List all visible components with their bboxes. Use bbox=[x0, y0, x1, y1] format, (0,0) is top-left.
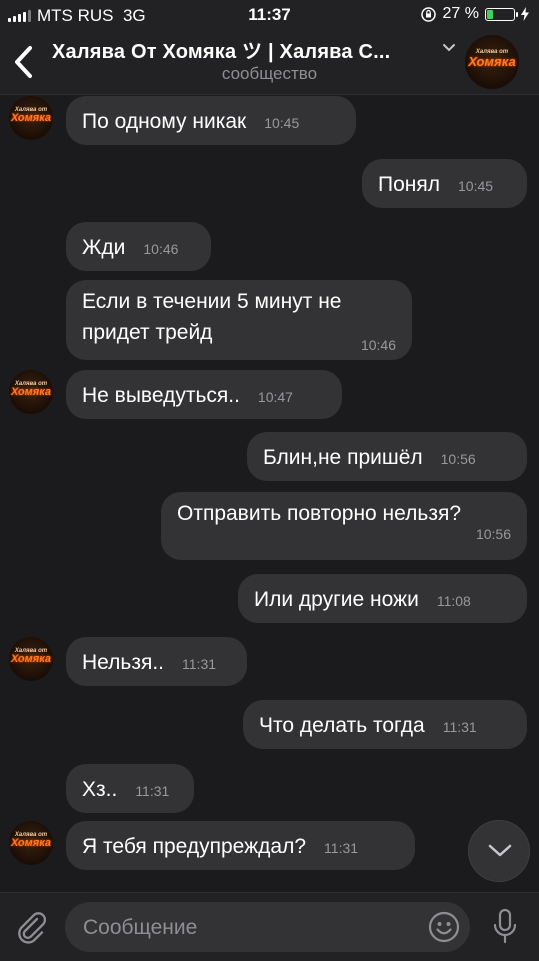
message-text: Или другие ножи bbox=[254, 588, 419, 611]
message-field[interactable] bbox=[65, 902, 470, 954]
chat-header: Халява От Хомяка ツ | Халява С... сообщес… bbox=[0, 30, 539, 95]
battery-level bbox=[487, 9, 494, 19]
incoming-message[interactable]: Жди 10:46 bbox=[66, 222, 211, 271]
composer bbox=[0, 892, 539, 961]
message-text: Если в течении 5 минут не придет трейд bbox=[82, 290, 342, 344]
message-time: 10:47 bbox=[257, 389, 293, 405]
message-text: Понял bbox=[378, 173, 440, 196]
message-text: Отправить повторно нельзя? bbox=[177, 502, 462, 525]
message-time: 11:31 bbox=[442, 719, 477, 735]
outgoing-message[interactable]: Или другие ножи 11:08 bbox=[238, 574, 527, 623]
incoming-message[interactable]: Я тебя предупреждал? 11:31 bbox=[66, 821, 415, 870]
incoming-message[interactable]: Не выведуться.. 10:47 bbox=[66, 370, 342, 419]
chevron-down-icon[interactable] bbox=[440, 40, 458, 54]
incoming-message[interactable]: Если в течении 5 минут не придет трейд 10… bbox=[66, 280, 412, 360]
sender-avatar[interactable]: Халява от Хомяка bbox=[9, 96, 53, 140]
message-time: 10:46 bbox=[360, 337, 396, 353]
message-text: Нельзя.. bbox=[82, 651, 165, 674]
incoming-message[interactable]: Хз.. 11:31 bbox=[66, 764, 194, 813]
message-time: 11:31 bbox=[182, 656, 217, 672]
message-time: 10:56 bbox=[475, 526, 511, 542]
scroll-down-button[interactable] bbox=[468, 820, 530, 882]
message-text: Хз.. bbox=[82, 778, 118, 801]
battery-icon bbox=[485, 7, 518, 21]
message-time: 11:31 bbox=[135, 783, 170, 799]
sender-avatar[interactable]: Халява от Хомяка bbox=[9, 370, 53, 414]
community-avatar[interactable]: Халява от Хомяка bbox=[465, 35, 519, 89]
paperclip-icon[interactable] bbox=[14, 909, 50, 945]
sender-avatar[interactable]: Халява от Хомяка bbox=[9, 637, 53, 681]
chat-title[interactable]: Халява От Хомяка ツ | Халява С... bbox=[52, 35, 432, 64]
microphone-icon[interactable] bbox=[492, 908, 518, 946]
message-input[interactable] bbox=[81, 902, 405, 954]
chat-subtitle: сообщество bbox=[221, 64, 318, 83]
message-time: 10:45 bbox=[264, 115, 300, 131]
message-time: 11:08 bbox=[436, 593, 471, 609]
status-bar: MTS RUS 3G 11:37 27 % bbox=[0, 0, 539, 30]
message-text: Жди bbox=[82, 236, 126, 259]
message-text: Я тебя предупреждал? bbox=[82, 835, 307, 858]
message-time: 11:31 bbox=[324, 840, 359, 856]
outgoing-message[interactable]: Что делать тогда 11:31 bbox=[243, 700, 527, 749]
message-text: Блин,не пришёл bbox=[263, 446, 423, 469]
battery-percent: 27 % bbox=[442, 5, 479, 22]
message-text: Не выведуться.. bbox=[82, 384, 240, 407]
message-list[interactable]: Халява от Хомяка По одному никак 10:45 Понял… bbox=[0, 94, 539, 894]
outgoing-message[interactable]: Блин,не пришёл 10:56 bbox=[247, 432, 527, 481]
outgoing-message[interactable]: Понял 10:45 bbox=[362, 159, 527, 208]
rotation-lock-icon bbox=[420, 6, 436, 22]
incoming-message[interactable]: Нельзя.. 11:31 bbox=[66, 637, 247, 686]
outgoing-message[interactable]: Отправить повторно нельзя? 10:56 bbox=[161, 492, 527, 560]
avatar-image: Халява от Хомяка bbox=[465, 35, 519, 89]
message-time: 10:46 bbox=[143, 241, 179, 257]
message-text: Что делать тогда bbox=[259, 714, 425, 737]
smiley-icon[interactable] bbox=[428, 911, 460, 943]
chevron-down-icon bbox=[488, 844, 512, 857]
message-text: По одному никак bbox=[82, 110, 247, 133]
message-time: 10:56 bbox=[440, 451, 476, 467]
sender-avatar[interactable]: Халява от Хомяка bbox=[9, 821, 53, 865]
message-time: 10:45 bbox=[458, 178, 494, 194]
incoming-message[interactable]: По одному никак 10:45 bbox=[66, 96, 356, 145]
charging-icon bbox=[521, 7, 529, 21]
